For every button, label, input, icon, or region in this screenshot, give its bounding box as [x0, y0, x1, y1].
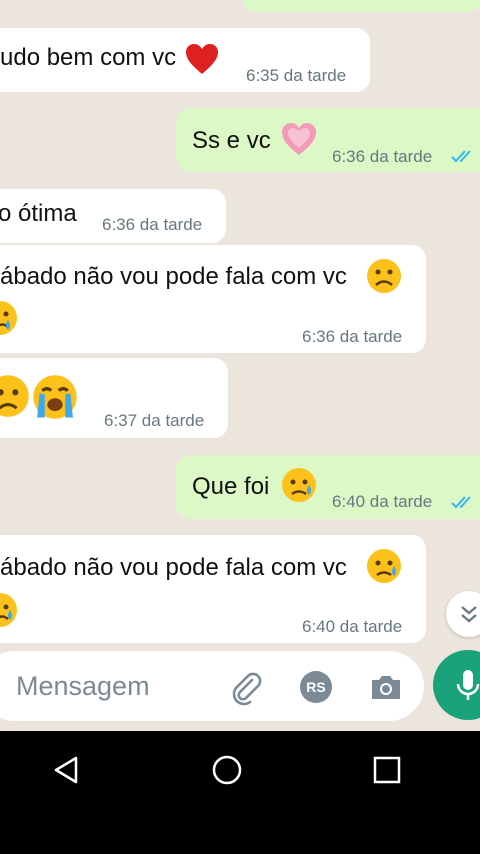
double-check-read-icon: [451, 150, 471, 163]
scroll-to-bottom-button[interactable]: [446, 591, 480, 637]
message-text: udo bem com vc: [0, 44, 177, 71]
message-text: o ótima: [0, 200, 77, 227]
message-time: 6:35 da tarde: [246, 66, 347, 85]
home-icon[interactable]: [211, 754, 243, 786]
recent-apps-icon[interactable]: [373, 756, 401, 784]
message-text: ábado não vou pode fala com vc: [0, 554, 347, 581]
sad-face-icon: [0, 374, 30, 418]
growing-heart-icon: [280, 121, 318, 157]
camera-icon[interactable]: [368, 669, 404, 705]
double-check-read-icon: [451, 496, 471, 509]
sad-relieved-face-icon: [0, 592, 18, 628]
message-text: ábado não vou pode fala com vc: [0, 263, 347, 290]
message-text: Ss e vc: [192, 127, 271, 154]
frowning-face-icon: [366, 258, 402, 294]
microphone-icon: [456, 670, 480, 700]
partial-message-bubble[interactable]: [242, 0, 480, 12]
sad-relieved-face-icon: [281, 467, 317, 503]
message-time: 6:36 da tarde: [332, 147, 433, 166]
chat-background: udo bem com vc 6:35 da tarde Ss e vc 6:3…: [0, 0, 480, 731]
loudly-crying-face-icon: [32, 374, 78, 420]
message-time: 6:40 da tarde: [332, 492, 433, 511]
message-time: 6:37 da tarde: [104, 411, 205, 430]
message-time: 6:40 da tarde: [302, 617, 403, 636]
sad-relieved-face-icon: [366, 548, 402, 584]
message-time: 6:36 da tarde: [302, 327, 403, 346]
back-icon[interactable]: [52, 755, 82, 785]
crying-face-icon: [0, 300, 18, 336]
message-text: Que foi: [192, 473, 270, 500]
double-chevron-down-icon: [461, 606, 477, 623]
microphone-button[interactable]: [433, 650, 480, 720]
system-navigation-bar: [0, 731, 480, 854]
payment-icon-label: RS: [306, 679, 326, 695]
payment-button[interactable]: RS: [300, 671, 332, 703]
paperclip-icon[interactable]: [228, 670, 264, 706]
red-heart-icon: [184, 42, 220, 76]
message-input[interactable]: Mensagem: [16, 671, 150, 702]
message-time: 6:36 da tarde: [102, 215, 203, 234]
